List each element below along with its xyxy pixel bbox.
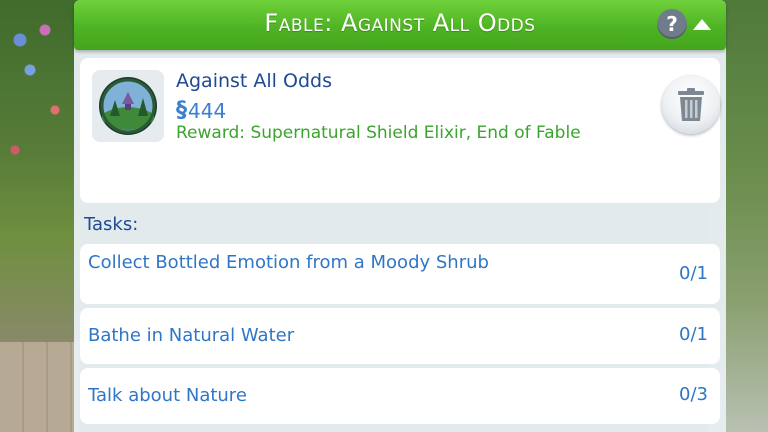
task-label: Collect Bottled Emotion from a Moody Shr…: [88, 252, 489, 273]
remove-aspiration-button[interactable]: [662, 76, 720, 134]
task-label: Bathe in Natural Water: [88, 325, 295, 346]
stone-path: [0, 342, 80, 432]
chevron-up-icon: [693, 19, 711, 30]
aspiration-panel: Fable: Against All Odds ? Against All Od…: [74, 0, 726, 432]
collapse-button[interactable]: [690, 13, 714, 35]
reward-description: Reward: Supernatural Shield Elixir, End …: [176, 123, 581, 143]
reward-points-value: 444: [188, 98, 227, 123]
task-row[interactable]: Bathe in Natural Water 0/1: [80, 308, 720, 364]
task-progress: 0/1: [679, 263, 708, 284]
task-progress: 0/3: [679, 384, 708, 405]
forest-aspiration-icon: [99, 77, 157, 135]
panel-title: Fable: Against All Odds: [264, 9, 536, 37]
aspiration-icon-frame[interactable]: [92, 70, 164, 142]
reward-points: § 444: [176, 98, 226, 123]
task-row[interactable]: Talk about Nature 0/3: [80, 368, 720, 424]
aspiration-name: Against All Odds: [176, 70, 332, 92]
task-row[interactable]: Collect Bottled Emotion from a Moody Shr…: [80, 244, 720, 304]
simoleon-icon: §: [176, 98, 187, 123]
trash-icon: [678, 88, 704, 121]
help-button[interactable]: ?: [657, 9, 687, 39]
task-label: Talk about Nature: [88, 385, 247, 406]
tasks-heading: Tasks:: [84, 214, 139, 235]
task-progress: 0/1: [679, 324, 708, 345]
panel-title-bar: Fable: Against All Odds ?: [74, 0, 726, 50]
aspiration-card: Against All Odds § 444 Reward: Supernatu…: [80, 58, 720, 203]
